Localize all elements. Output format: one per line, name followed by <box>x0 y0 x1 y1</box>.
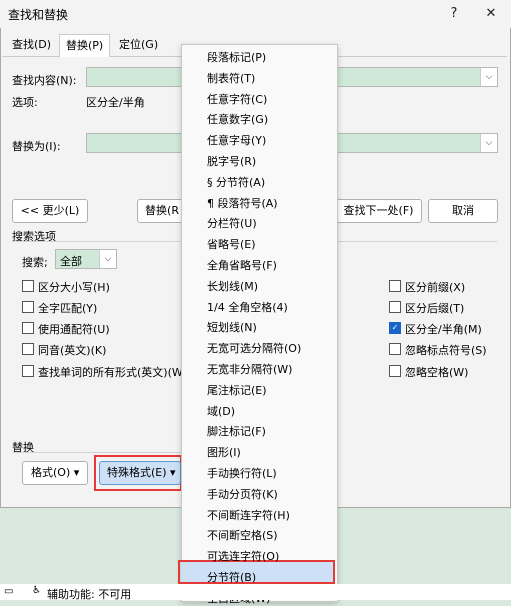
tab-replace[interactable]: 替换(P) <box>59 34 111 57</box>
checkbox[interactable] <box>22 280 34 292</box>
search-direction-select[interactable]: 全部 ⌵ <box>55 249 117 269</box>
menu-item[interactable]: 任意字母(Y) <box>207 132 266 148</box>
menu-item[interactable]: 省略号(E) <box>207 236 256 252</box>
menu-item[interactable]: 脱字号(R) <box>207 153 256 169</box>
menu-item[interactable]: 可选连字符(O) <box>207 548 279 564</box>
checkbox[interactable] <box>22 322 34 334</box>
tab-find[interactable]: 查找(D) <box>6 34 57 56</box>
title-bar: 查找和替换 ? ✕ <box>0 0 511 28</box>
checkbox-label: 使用通配符(U) <box>38 323 110 336</box>
options-label: 选项: <box>12 96 38 109</box>
close-button[interactable]: ✕ <box>481 4 501 24</box>
special-format-button[interactable]: 特殊格式(E) ▾ <box>99 461 181 485</box>
checkbox[interactable] <box>389 343 401 355</box>
search-label: 搜索; <box>22 256 48 269</box>
menu-item[interactable]: § 分节符(A) <box>207 174 265 190</box>
checkbox[interactable] <box>22 343 34 355</box>
find-next-button[interactable]: 查找下一处(F) <box>335 199 422 223</box>
checkbox[interactable] <box>389 365 401 377</box>
checkbox[interactable] <box>389 280 401 292</box>
caret-down-icon: ▾ <box>166 466 176 479</box>
menu-item[interactable]: 全角省略号(F) <box>207 257 277 273</box>
menu-item[interactable]: 手动换行符(L) <box>207 465 277 481</box>
window-title: 查找和替换 <box>8 8 69 22</box>
status-bar: ▭ ♿ 辅助功能: 不可用 <box>0 584 511 601</box>
options-value: 区分全/半角 <box>86 96 145 109</box>
checkbox-label: 忽略标点符号(S) <box>405 344 487 357</box>
tab-goto[interactable]: 定位(G) <box>113 34 164 56</box>
menu-item[interactable]: 手动分页符(K) <box>207 486 278 502</box>
chevron-down-icon[interactable]: ⌵ <box>480 134 497 152</box>
less-button[interactable]: << 更少(L) <box>12 199 88 223</box>
special-button-label: 特殊格式(E) <box>107 466 167 479</box>
format-button[interactable]: 格式(O) ▾ <box>22 461 88 485</box>
menu-item[interactable]: 尾注标记(E) <box>207 382 267 398</box>
find-label: 查找内容(N): <box>12 74 77 87</box>
checkbox-label: 查找单词的所有形式(英文)(W <box>38 366 183 379</box>
accessibility-icon: ♿ <box>32 585 41 596</box>
menu-item[interactable]: 图形(I) <box>207 444 241 460</box>
replace-label: 替换为(I): <box>12 140 61 153</box>
menu-item[interactable]: 脚注标记(F) <box>207 423 266 439</box>
menu-item[interactable]: 无宽可选分隔符(O) <box>207 340 301 356</box>
checkbox[interactable] <box>22 301 34 313</box>
menu-item[interactable]: 长划线(M) <box>207 278 258 294</box>
menu-item[interactable]: 短划线(N) <box>207 319 257 335</box>
menu-item[interactable]: 制表符(T) <box>207 70 255 86</box>
menu-item[interactable]: 段落标记(P) <box>207 49 266 65</box>
format-button-label: 格式(O) <box>31 466 71 479</box>
checkbox-checked[interactable]: ✓ <box>389 322 401 334</box>
checkbox[interactable] <box>22 365 34 377</box>
menu-item-hover <box>181 562 333 582</box>
menu-item[interactable]: 任意字符(C) <box>207 91 267 107</box>
checkbox-label: 区分前缀(X) <box>405 281 466 294</box>
menu-item[interactable]: 域(D) <box>207 403 235 419</box>
checkbox[interactable] <box>389 301 401 313</box>
checkbox-label: 区分大小写(H) <box>38 281 110 294</box>
menu-item[interactable]: 任意数字(G) <box>207 111 268 127</box>
checkbox-label: 同音(英文)(K) <box>38 344 107 357</box>
checkbox-label: 区分全/半角(M) <box>405 323 482 336</box>
checkbox-label: 区分后缀(T) <box>405 302 465 315</box>
page-icon: ▭ <box>4 586 14 597</box>
cancel-button[interactable]: 取消 <box>428 199 498 223</box>
menu-item[interactable]: 无宽非分隔符(W) <box>207 361 292 377</box>
menu-item[interactable]: 不间断连字符(H) <box>207 507 290 523</box>
divider <box>12 452 182 453</box>
search-direction-value: 全部 <box>60 255 82 268</box>
checkbox-label: 忽略空格(W) <box>405 366 469 379</box>
replace-button[interactable]: 替换(R <box>137 199 187 223</box>
menu-item[interactable]: 分栏符(U) <box>207 215 257 231</box>
caret-down-icon: ▾ <box>70 466 80 479</box>
help-button[interactable]: ? <box>444 4 464 24</box>
chevron-down-icon[interactable]: ⌵ <box>99 250 116 268</box>
menu-item[interactable]: 1/4 全角空格(4) <box>207 299 288 315</box>
menu-item[interactable]: 分节符(B) <box>207 569 256 585</box>
checkbox-label: 全字匹配(Y) <box>38 302 98 315</box>
menu-item[interactable]: ¶ 段落符号(A) <box>207 195 278 211</box>
menu-item[interactable]: 不间断空格(S) <box>207 527 278 543</box>
chevron-down-icon[interactable]: ⌵ <box>480 68 497 86</box>
